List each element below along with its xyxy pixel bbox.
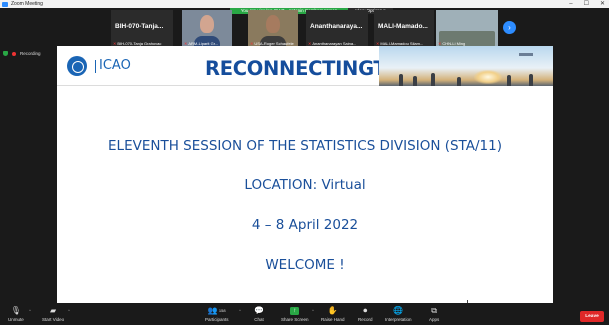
start-video-button[interactable]: ▰ Start Video xyxy=(42,305,64,322)
minimize-button[interactable]: – xyxy=(569,0,572,8)
participants-count: 158 xyxy=(218,308,226,313)
slide-welcome: WELCOME ! xyxy=(265,257,345,273)
video-options-chevron-icon[interactable]: ^ xyxy=(68,308,70,313)
photo-person xyxy=(413,76,417,86)
recording-dot-icon xyxy=(12,51,16,56)
slide-header: ICAO RECONNECTINGTHEWORLD xyxy=(57,46,553,86)
recording-indicator: Recording xyxy=(3,51,41,56)
video-off-icon: ▰ xyxy=(50,306,57,315)
zoom-app-icon xyxy=(2,1,8,7)
leave-button[interactable]: Leave xyxy=(580,311,604,322)
participant-tile[interactable]: ✕ USA-Roger Schaufele xyxy=(248,10,298,47)
photo-person xyxy=(507,75,511,86)
participant-tile[interactable]: ✕ CHN-Li Ming xyxy=(436,10,498,47)
share-screen-icon: ↑ xyxy=(290,306,300,315)
photo-sky xyxy=(379,46,553,86)
participant-tile[interactable]: ✕ ARM-Liparit Gr... xyxy=(182,10,232,47)
meeting-toolbar: 🎙 Unmute ^ ▰ Start Video ^ 👥 158 Particip… xyxy=(0,303,609,325)
microphone-muted-icon: 🎙 xyxy=(10,306,21,315)
record-icon: ⏺ xyxy=(363,305,368,315)
raise-hand-button[interactable]: ✋ Raise Hand xyxy=(321,305,345,322)
participant-tile[interactable]: MALI-Mamado... ✕ MALI-Mamadou Silam... xyxy=(374,10,434,47)
participant-name-large: BIH-070-Tanja... xyxy=(115,23,164,30)
participants-button[interactable]: 👥 158 Participants xyxy=(205,305,229,322)
globe-interpretation-icon: 🌐 xyxy=(393,306,404,315)
window-title: Zoom Meeting xyxy=(11,1,43,7)
photo-aircraft xyxy=(519,53,533,56)
close-button[interactable]: ✕ xyxy=(600,0,605,8)
photo-person xyxy=(529,74,533,86)
participant-tile[interactable]: Ananthanaraya... ✕ Ananthanarayan Saina..… xyxy=(306,10,368,47)
icao-globe-logo-icon xyxy=(67,56,87,76)
unmute-button[interactable]: 🎙 Unmute xyxy=(8,305,24,322)
logo-separator xyxy=(95,60,96,73)
audio-options-chevron-icon[interactable]: ^ xyxy=(29,308,31,313)
participants-options-chevron-icon[interactable]: ^ xyxy=(239,308,241,313)
chat-icon: 💬 xyxy=(254,306,264,315)
raise-hand-icon: ✋ xyxy=(327,306,338,315)
participant-video xyxy=(200,15,214,33)
participant-tile[interactable]: BIH-070-Tanja... ✕ BIH-070-Tanja Grahovac xyxy=(111,10,173,47)
share-options-chevron-icon[interactable]: ^ xyxy=(312,308,314,313)
share-screen-button[interactable]: ↑ Share Screen xyxy=(281,305,309,322)
participant-name-large: MALI-Mamado... xyxy=(378,23,428,30)
participant-name-large: Ananthanaraya... xyxy=(310,23,363,30)
travelers-photo xyxy=(379,46,553,86)
slide-session-title: ELEVENTH SESSION OF THE STATISTICS DIVIS… xyxy=(108,138,502,154)
next-page-arrow-icon[interactable]: › xyxy=(503,21,516,34)
participants-icon: 👥 158 xyxy=(207,306,226,315)
apps-icon: ⧉ xyxy=(431,305,437,315)
slide-location: LOCATION: Virtual xyxy=(244,177,366,193)
photo-person xyxy=(399,74,403,86)
interpretation-button[interactable]: 🌐 Interpretation xyxy=(385,305,412,322)
photo-person xyxy=(431,73,435,86)
recording-label: Recording xyxy=(20,51,41,56)
window-controls: – ☐ ✕ xyxy=(569,0,605,8)
slide-dates: 4 – 8 April 2022 xyxy=(251,217,359,233)
chat-button[interactable]: 💬 Chat xyxy=(254,305,264,322)
participant-video xyxy=(266,15,280,33)
photo-person xyxy=(457,77,461,86)
window-titlebar: Zoom Meeting – ☐ ✕ xyxy=(0,0,609,8)
apps-button[interactable]: ⧉ Apps xyxy=(429,305,439,323)
maximize-button[interactable]: ☐ xyxy=(584,0,589,8)
photo-sunlight xyxy=(474,70,502,84)
security-shield-icon xyxy=(3,51,8,56)
participant-strip: You are viewing ICAO - Antonin Combes' s… xyxy=(0,8,609,50)
icao-logo-text: ICAO xyxy=(99,58,131,73)
record-button[interactable]: ⏺ Record xyxy=(358,305,373,323)
shared-screen-slide: ICAO RECONNECTINGTHEWORLD ELEVENTH SESSI… xyxy=(57,46,553,305)
